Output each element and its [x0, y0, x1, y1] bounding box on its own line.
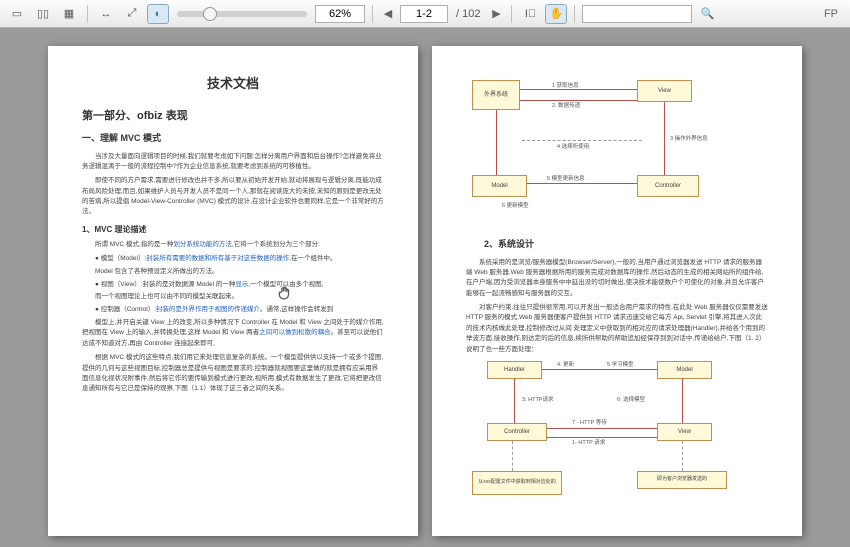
- fit-page-icon[interactable]: ⤢: [121, 4, 143, 24]
- document-viewport[interactable]: 技术文档 第一部分、ofbiz 表现 一、理解 MVC 模式 当涉及大量面向逻辑…: [0, 28, 850, 547]
- dbox-controller: Controller: [637, 175, 699, 197]
- mvc-diagram-2: Handler Model Controller View 从xxx配置文件中获…: [472, 361, 762, 501]
- dbox-external: 外界系统: [472, 80, 520, 110]
- page-total: / 102: [452, 8, 484, 20]
- bullet: Model 包含了各种预设定义所做出的方法。: [95, 267, 384, 277]
- zoom-slider[interactable]: [177, 11, 307, 17]
- search-input[interactable]: [582, 5, 692, 23]
- bullet: ● 控制器（Control）:封装的是外界作用于视图的传递媒介。通常,这样操作会…: [95, 305, 384, 315]
- view-thumbs-icon[interactable]: ▦: [58, 4, 80, 24]
- paragraph: 根据 MVC 模式的这些特点,我们用它来处理信息复杂的系统。一个模型提供供以支持…: [82, 353, 384, 395]
- dbox-model: Model: [472, 175, 527, 197]
- search-icon[interactable]: 🔍: [696, 4, 718, 24]
- dbox-view2: View: [657, 423, 712, 441]
- text-select-icon[interactable]: I⃯: [519, 4, 541, 24]
- sub-heading: 一、理解 MVC 模式: [82, 132, 384, 146]
- page-input[interactable]: 1-2: [400, 5, 448, 23]
- bullet: ● 视图（View）:封装的是对数据源 Model 的一种显示,一个模型可以由多…: [95, 280, 384, 290]
- dbox-model2: Model: [657, 361, 712, 379]
- page-2: 外界系统 View Model Controller 1 获取信息 2. 数据传…: [432, 46, 802, 536]
- view-facing-icon[interactable]: ▯▯: [32, 4, 54, 24]
- dbox-note1: 从xxx配置文件中获取到相对应处的: [472, 471, 562, 495]
- fp-label: FP: [824, 8, 844, 20]
- section-heading: 第一部分、ofbiz 表现: [82, 108, 384, 125]
- separator: [87, 5, 88, 23]
- next-page-icon[interactable]: ▶: [488, 5, 504, 23]
- bullet: ● 模型（Model）:封装所有需要的数据和所有基于对这些数据的操作,在一个组件…: [95, 254, 384, 264]
- sub-heading: 2、系统设计: [484, 238, 768, 252]
- bullet: 而一个视图理论上也可以由不同的模型关联起来。: [95, 292, 384, 302]
- paragraph: 系统采用的是浏览/服务器模型(Browser/Server),一般的,当用户通过…: [466, 258, 768, 300]
- paragraph: 所谓 MVC 模式,指的是一种划分系统功能的方法,它将一个系统划分为三个部分:: [82, 240, 384, 250]
- doc-title: 技术文档: [82, 74, 384, 94]
- separator: [372, 5, 373, 23]
- dbox-controller2: Controller: [487, 423, 547, 441]
- zoom-tool-icon[interactable]: ◐: [147, 4, 169, 24]
- separator: [511, 5, 512, 23]
- mvc-diagram-1: 外界系统 View Model Controller 1 获取信息 2. 数据传…: [472, 80, 762, 230]
- view-single-icon[interactable]: ▭: [6, 4, 28, 24]
- separator: [574, 5, 575, 23]
- dbox-view: View: [637, 80, 692, 102]
- page-1: 技术文档 第一部分、ofbiz 表现 一、理解 MVC 模式 当涉及大量面向逻辑…: [48, 46, 418, 536]
- fit-width-icon[interactable]: ↔: [95, 4, 117, 24]
- dbox-handler: Handler: [487, 361, 542, 379]
- zoom-value[interactable]: 62%: [315, 5, 365, 23]
- paragraph: 模型上,并开启关键 View 上的改变,所以多种情况下 Controller 在…: [82, 318, 384, 349]
- dbox-note2: 即为客户浏览器发送的: [637, 471, 727, 489]
- sub2-heading: 1、MVC 理论描述: [82, 224, 384, 236]
- hand-tool-icon[interactable]: ✋: [545, 4, 567, 24]
- paragraph: 即使不同的方户需求,需要进行修改也并不多,所以要从初始开发开始,就动将展现与逻辑…: [82, 176, 384, 218]
- paragraph: 当涉及大量面向逻辑项目的时候,我们就要考虑如下问题:怎样分离用户界面和后台操作?…: [82, 152, 384, 173]
- prev-page-icon[interactable]: ◀: [380, 5, 396, 23]
- paragraph: 对客户约束,往往只提供很常用,可以开发出一般适合用户需求的特性,在此处 Web …: [466, 303, 768, 355]
